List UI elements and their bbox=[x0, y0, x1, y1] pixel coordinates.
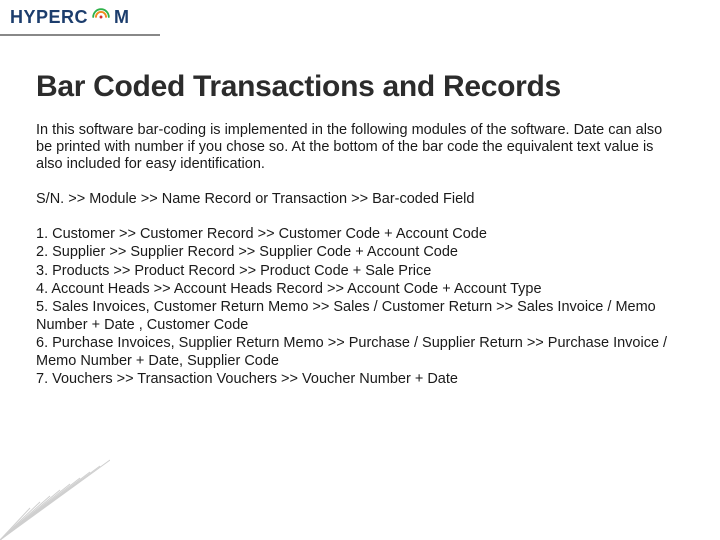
brand-logo: HYPERC M bbox=[10, 6, 130, 28]
barcode-modules-list: 1. Customer >> Customer Record >> Custom… bbox=[36, 225, 676, 388]
list-item: 2. Supplier >> Supplier Record >> Suppli… bbox=[36, 243, 676, 261]
list-item: 7. Vouchers >> Transaction Vouchers >> V… bbox=[36, 370, 676, 388]
logo-underline bbox=[0, 34, 160, 36]
list-item: 3. Products >> Product Record >> Product… bbox=[36, 262, 676, 280]
list-item: 5. Sales Invoices, Customer Return Memo … bbox=[36, 298, 676, 334]
decorative-corner-lines bbox=[0, 440, 110, 540]
intro-paragraph: In this software bar-coding is implement… bbox=[36, 122, 676, 173]
column-header-row: S/N. >> Module >> Name Record or Transac… bbox=[36, 191, 684, 207]
wifi-icon bbox=[90, 6, 112, 28]
list-item: 4. Account Heads >> Account Heads Record… bbox=[36, 280, 676, 298]
list-item: 6. Purchase Invoices, Supplier Return Me… bbox=[36, 334, 676, 370]
logo-text-part2: M bbox=[114, 7, 130, 28]
logo-text-part1: HYPERC bbox=[10, 7, 88, 28]
page-title: Bar Coded Transactions and Records bbox=[36, 70, 684, 104]
slide-content: Bar Coded Transactions and Records In th… bbox=[36, 70, 684, 388]
list-item: 1. Customer >> Customer Record >> Custom… bbox=[36, 225, 676, 243]
